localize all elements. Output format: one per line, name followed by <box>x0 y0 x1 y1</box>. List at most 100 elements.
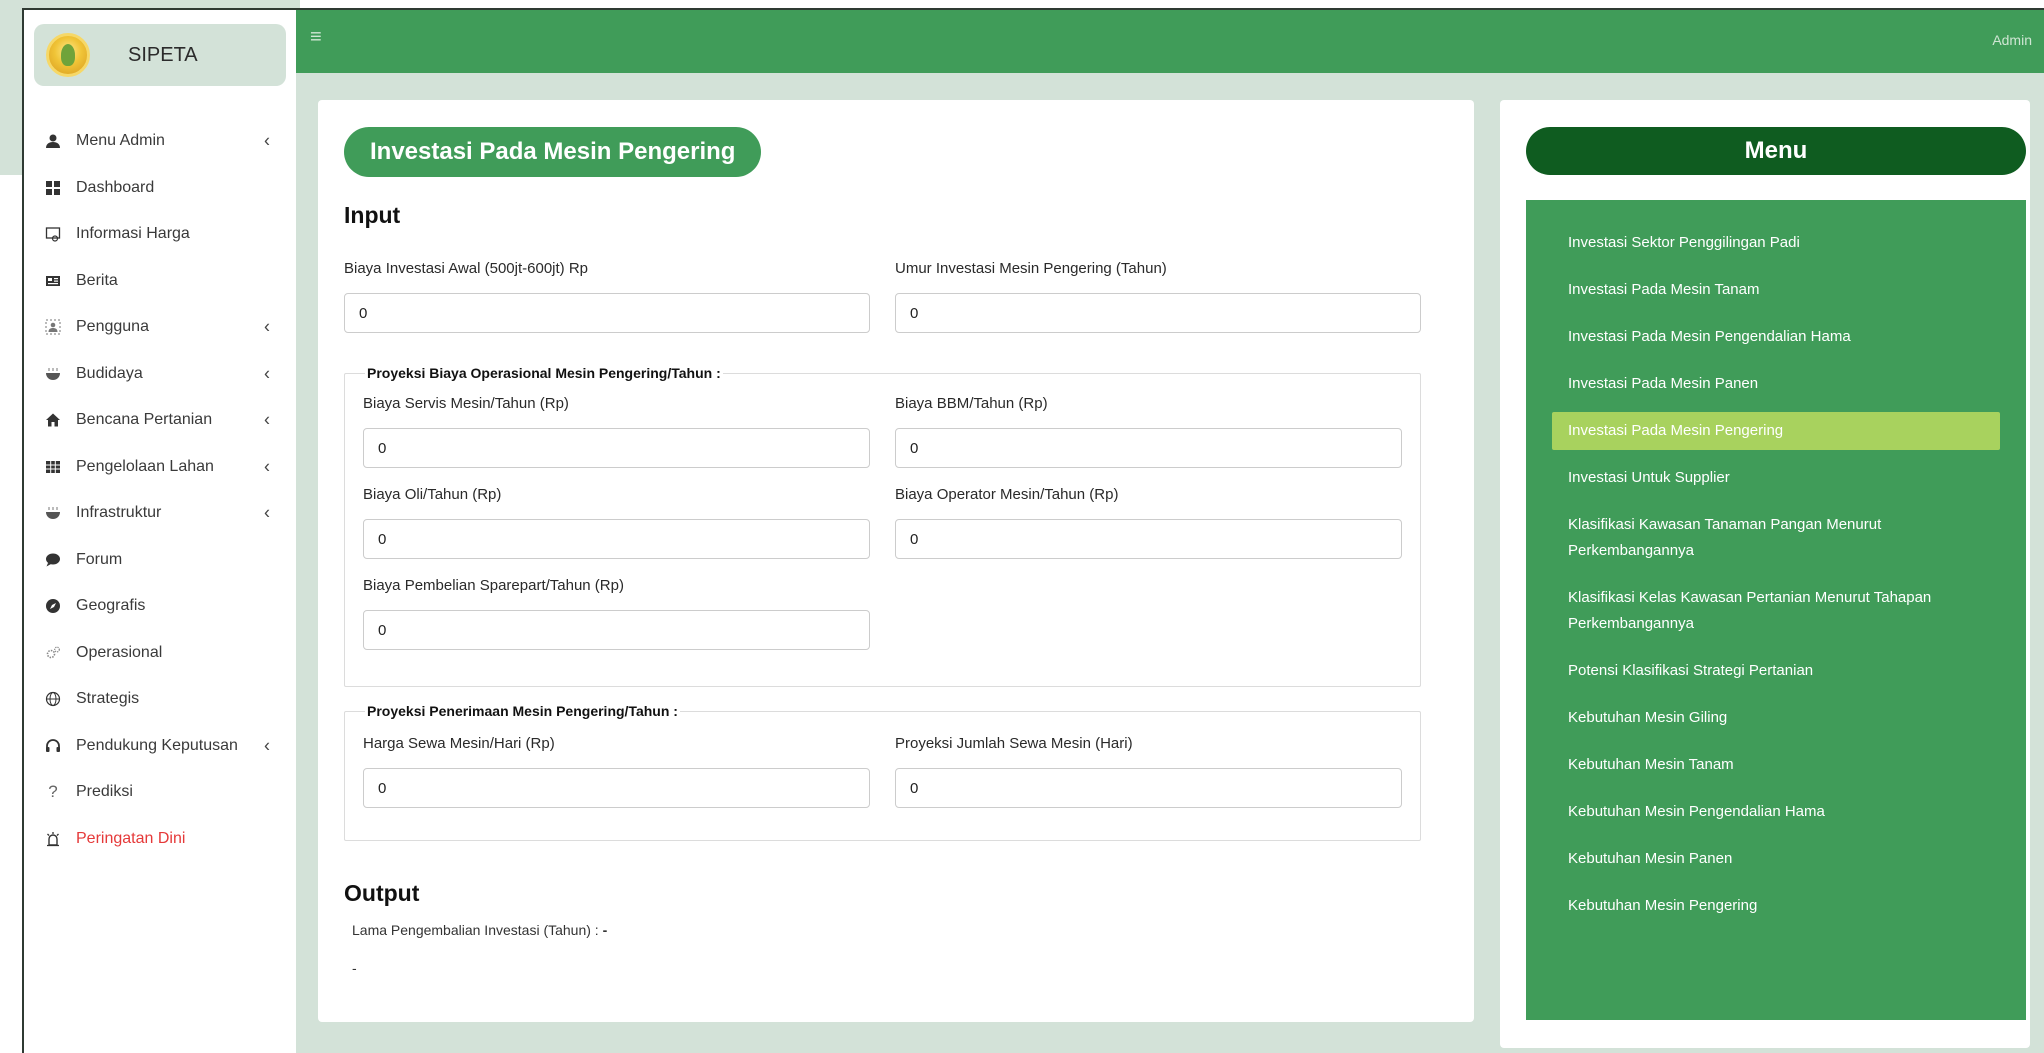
menu-item[interactable]: Kebutuhan Mesin Panen <box>1552 840 2000 878</box>
app-frame: SIPETA Menu Admin ‹ Dashboard Informasi … <box>22 8 2044 1053</box>
chevron-left-icon: ‹ <box>264 316 270 337</box>
sidebar-item-label: Infrastruktur <box>76 504 162 522</box>
menu-item[interactable]: Klasifikasi Kelas Kawasan Pertanian Menu… <box>1552 579 2000 643</box>
sidebar-item-label: Pendukung Keputusan <box>76 736 238 754</box>
output-heading: Output <box>344 880 420 906</box>
sidebar-item-pengguna[interactable]: Pengguna ‹ <box>24 304 296 351</box>
page-title: Investasi Pada Mesin Pengering <box>344 127 762 177</box>
sidebar-item-label: Menu Admin <box>76 132 165 150</box>
chat-icon <box>44 551 62 569</box>
calculator-card: Investasi Pada Mesin Pengering Input Bia… <box>318 100 1474 1022</box>
biaya-servis-input[interactable] <box>363 428 870 468</box>
price-tag-icon <box>44 225 62 243</box>
sidebar-item-budidaya[interactable]: Budidaya ‹ <box>24 351 296 398</box>
sidebar-item-label: Dashboard <box>76 178 155 196</box>
input-heading: Input <box>344 202 401 228</box>
sidebar-item-operasional[interactable]: Operasional <box>24 630 296 677</box>
menu-item[interactable]: Investasi Sektor Penggilingan Padi <box>1552 224 2000 262</box>
harga-sewa-label: Harga Sewa Mesin/Hari (Rp) <box>363 735 555 752</box>
sidebar: SIPETA Menu Admin ‹ Dashboard Informasi … <box>24 10 296 1053</box>
newspaper-icon <box>44 272 62 290</box>
penerimaan-legend: Proyeksi Penerimaan Mesin Pengering/Tahu… <box>367 703 678 719</box>
sidebar-item-label: Prediksi <box>76 783 133 801</box>
sidebar-item-peringatan-dini[interactable]: Peringatan Dini <box>24 816 296 863</box>
sidebar-item-prediksi[interactable]: ? Prediksi <box>24 769 296 816</box>
menu-list: Investasi Sektor Penggilingan Padi Inves… <box>1552 224 2000 934</box>
output-note: - <box>352 960 357 976</box>
sidebar-item-label: Geografis <box>76 597 146 615</box>
user-name[interactable]: Admin <box>1992 32 2032 48</box>
chevron-left-icon: ‹ <box>264 735 270 756</box>
sidebar-item-label: Operasional <box>76 643 163 661</box>
menu-item[interactable]: Klasifikasi Kawasan Tanaman Pangan Menur… <box>1552 506 2000 570</box>
menu-panel: Investasi Sektor Penggilingan Padi Inves… <box>1526 200 2026 1020</box>
biaya-investasi-awal-input[interactable] <box>344 293 870 333</box>
biaya-bbm-input[interactable] <box>895 428 1402 468</box>
menu-title: Menu <box>1526 127 2026 175</box>
sidebar-item-label: Strategis <box>76 690 140 708</box>
operasional-legend: Proyeksi Biaya Operasional Mesin Pengeri… <box>367 365 721 381</box>
jumlah-sewa-input[interactable] <box>895 768 1402 808</box>
jumlah-sewa-label: Proyeksi Jumlah Sewa Mesin (Hari) <box>895 735 1133 752</box>
menu-item[interactable]: Investasi Untuk Supplier <box>1552 459 2000 497</box>
gears-icon <box>44 644 62 662</box>
sidebar-item-geografis[interactable]: Geografis <box>24 583 296 630</box>
sidebar-item-forum[interactable]: Forum <box>24 537 296 584</box>
menu-item[interactable]: Investasi Pada Mesin Tanam <box>1552 271 2000 309</box>
menu-item-active[interactable]: Investasi Pada Mesin Pengering <box>1552 412 2000 450</box>
table-icon <box>44 458 62 476</box>
sidebar-item-infrastruktur[interactable]: Infrastruktur ‹ <box>24 490 296 537</box>
biaya-sparepart-input[interactable] <box>363 610 870 650</box>
brand-name: SIPETA <box>128 43 198 66</box>
sidebar-item-pengelolaan-lahan[interactable]: Pengelolaan Lahan ‹ <box>24 444 296 491</box>
sidebar-item-pendukung-keputusan[interactable]: Pendukung Keputusan ‹ <box>24 723 296 770</box>
menu-item[interactable]: Kebutuhan Mesin Pengendalian Hama <box>1552 793 2000 831</box>
home-icon <box>44 411 62 429</box>
chevron-left-icon: ‹ <box>264 409 270 430</box>
biaya-bbm-label: Biaya BBM/Tahun (Rp) <box>895 395 1048 412</box>
hamburger-menu-icon[interactable]: ≡ <box>310 26 322 49</box>
menu-item[interactable]: Kebutuhan Mesin Tanam <box>1552 746 2000 784</box>
umur-investasi-label: Umur Investasi Mesin Pengering (Tahun) <box>895 260 1167 277</box>
biaya-oli-input[interactable] <box>363 519 870 559</box>
sidebar-item-label: Bencana Pertanian <box>76 411 213 429</box>
question-icon: ? <box>48 782 58 802</box>
biaya-servis-label: Biaya Servis Mesin/Tahun (Rp) <box>363 395 569 412</box>
sidebar-item-label: Pengguna <box>76 318 149 336</box>
logo-icon <box>46 33 90 77</box>
sidebar-item-informasi-harga[interactable]: Informasi Harga <box>24 211 296 258</box>
bowl-icon <box>44 504 62 522</box>
alarm-icon <box>44 830 62 848</box>
sidebar-item-menu-admin[interactable]: Menu Admin ‹ <box>24 118 296 165</box>
chevron-left-icon: ‹ <box>264 363 270 384</box>
sidebar-item-label: Budidaya <box>76 364 143 382</box>
harga-sewa-input[interactable] <box>363 768 870 808</box>
sidebar-item-bencana-pertanian[interactable]: Bencana Pertanian ‹ <box>24 397 296 444</box>
sidebar-item-strategis[interactable]: Strategis <box>24 676 296 723</box>
chevron-left-icon: ‹ <box>264 456 270 477</box>
umur-investasi-input[interactable] <box>895 293 1421 333</box>
bowl-icon <box>44 365 62 383</box>
biaya-operator-input[interactable] <box>895 519 1402 559</box>
biaya-oli-label: Biaya Oli/Tahun (Rp) <box>363 486 502 503</box>
biaya-operator-label: Biaya Operator Mesin/Tahun (Rp) <box>895 486 1119 503</box>
menu-item[interactable]: Kebutuhan Mesin Pengering <box>1552 887 2000 925</box>
menu-item[interactable]: Potensi Klasifikasi Strategi Pertanian <box>1552 652 2000 690</box>
sidebar-item-dashboard[interactable]: Dashboard <box>24 165 296 212</box>
biaya-investasi-awal-label: Biaya Investasi Awal (500jt-600jt) Rp <box>344 260 589 277</box>
output-label: Lama Pengembalian Investasi (Tahun) : <box>352 922 599 938</box>
sidebar-item-berita[interactable]: Berita <box>24 258 296 305</box>
chevron-left-icon: ‹ <box>264 130 270 151</box>
biaya-sparepart-label: Biaya Pembelian Sparepart/Tahun (Rp) <box>363 577 624 594</box>
brand[interactable]: SIPETA <box>34 24 286 86</box>
menu-item[interactable]: Investasi Pada Mesin Panen <box>1552 365 2000 403</box>
compass-icon <box>44 597 62 615</box>
sidebar-item-label: Forum <box>76 550 123 568</box>
menu-card: Menu Investasi Sektor Penggilingan Padi … <box>1500 100 2030 1048</box>
globe-icon <box>44 690 62 708</box>
top-bar: ≡ Admin <box>296 10 2044 73</box>
menu-item[interactable]: Investasi Pada Mesin Pengendalian Hama <box>1552 318 2000 356</box>
headset-icon <box>44 737 62 755</box>
sidebar-item-label: Informasi Harga <box>76 225 190 243</box>
menu-item[interactable]: Kebutuhan Mesin Giling <box>1552 699 2000 737</box>
